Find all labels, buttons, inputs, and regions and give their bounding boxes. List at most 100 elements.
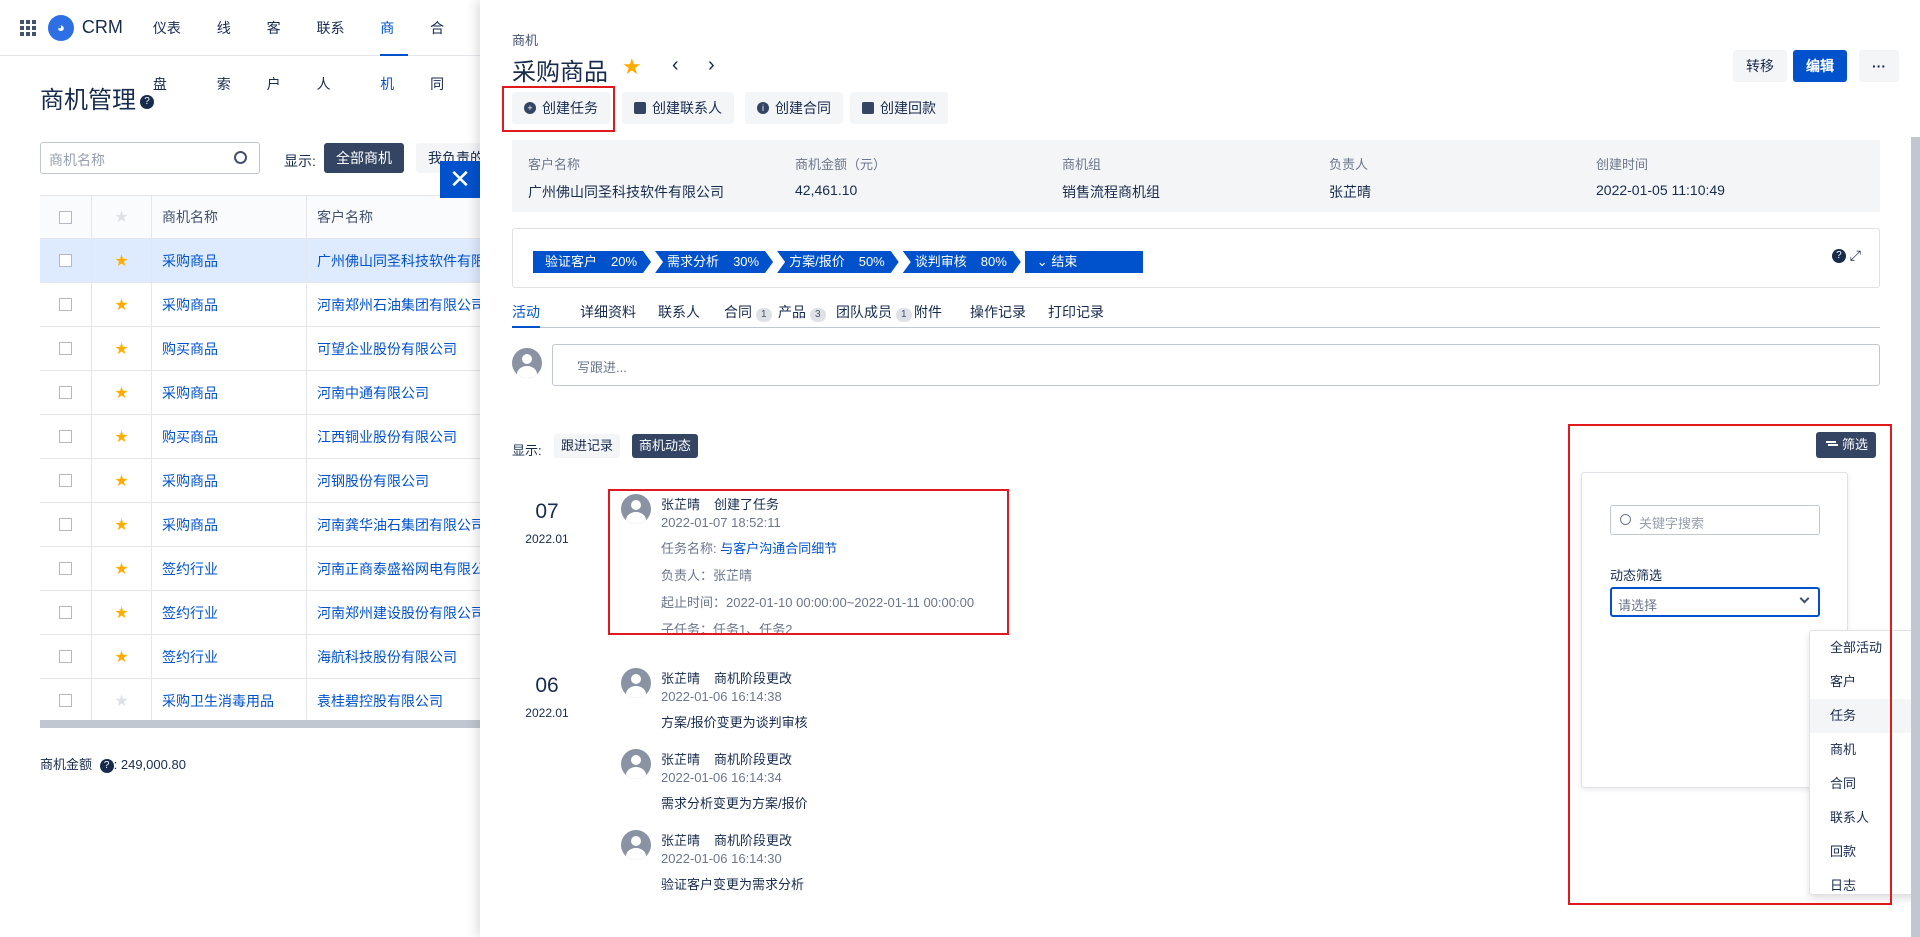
opportunity-name-link[interactable]: 采购商品	[152, 459, 307, 502]
row-checkbox[interactable]	[59, 518, 72, 531]
dynamic-filter-select[interactable]: 请选择	[1610, 587, 1820, 617]
opportunity-name-link[interactable]: 签约行业	[152, 635, 307, 678]
opportunity-name-link[interactable]: 采购商品	[152, 371, 307, 414]
stage-3[interactable]: 方案/报价 50%	[777, 251, 899, 273]
opportunity-name-link[interactable]: 购买商品	[152, 327, 307, 370]
column-header-name[interactable]: 商机名称	[152, 196, 307, 238]
horizontal-scrollbar[interactable]	[40, 720, 480, 728]
follow-up-input[interactable]: 写跟进...	[552, 344, 1880, 386]
keyword-search-input[interactable]: 关键字搜索	[1610, 505, 1820, 535]
edit-button[interactable]: 编辑	[1793, 50, 1847, 82]
follow-records-chip[interactable]: 跟进记录	[554, 434, 621, 458]
tab-7[interactable]: 附件	[914, 302, 942, 322]
row-checkbox[interactable]	[59, 562, 72, 575]
expand-icon[interactable]: ⤢	[1850, 247, 1861, 263]
row-checkbox[interactable]	[59, 342, 72, 355]
filter-option[interactable]: 客户	[1810, 665, 1920, 699]
table-row[interactable]: ★ 采购卫生消毒用品 袁桂碧控股有限公司	[40, 679, 480, 723]
opportunity-name-link[interactable]: 采购商品	[152, 503, 307, 546]
pipeline-help-icon[interactable]: ?	[1831, 249, 1846, 264]
create-contact-button[interactable]: 创建联系人	[622, 92, 734, 124]
tab-6[interactable]: 团队成员 1	[836, 302, 912, 322]
customer-name-link[interactable]: 可望企业股份有限公司	[307, 327, 480, 370]
row-star-icon[interactable]: ★	[114, 691, 128, 711]
customer-name-link[interactable]: 袁桂碧控股有限公司	[307, 679, 480, 722]
filter-all-button[interactable]: 全部商机	[324, 143, 404, 173]
opportunity-name-link[interactable]: 签约行业	[152, 591, 307, 634]
select-all-checkbox[interactable]	[59, 210, 72, 224]
customer-name-link[interactable]: 河南正商泰盛裕网电有限公司	[307, 547, 480, 590]
table-row[interactable]: ★ 采购商品 河南中通有限公司	[40, 371, 480, 415]
customer-name-link[interactable]: 河南龚华油石集团有限公司	[307, 503, 480, 546]
table-row[interactable]: ★ 签约行业 河南正商泰盛裕网电有限公司	[40, 547, 480, 591]
nav-item-customers[interactable]: 客户	[267, 0, 295, 92]
create-task-button[interactable]: + 创建任务	[512, 92, 610, 124]
table-row[interactable]: ★ 购买商品 可望企业股份有限公司	[40, 327, 480, 371]
create-payment-button[interactable]: 创建回款	[850, 92, 948, 124]
nav-item-opportunities[interactable]: 商机	[380, 0, 409, 92]
table-row[interactable]: ★ 购买商品 江西铜业股份有限公司	[40, 415, 480, 459]
customer-name-link[interactable]: 河南郑州建设股份有限公司	[307, 591, 480, 634]
tab-4[interactable]: 合同 1	[724, 302, 772, 322]
tab-2[interactable]: 详细资料	[580, 302, 636, 322]
nav-item-leads[interactable]: 线索	[217, 0, 245, 92]
tab-3[interactable]: 联系人	[658, 302, 700, 322]
filter-option[interactable]: 任务	[1810, 699, 1920, 733]
row-checkbox[interactable]	[59, 298, 72, 311]
row-star-icon[interactable]: ★	[114, 471, 128, 491]
stage-1[interactable]: 验证客户 20%	[533, 251, 651, 273]
row-star-icon[interactable]: ★	[114, 515, 128, 535]
favorite-star-icon[interactable]: ★	[622, 54, 642, 80]
tab-8[interactable]: 操作记录	[970, 302, 1026, 322]
row-star-icon[interactable]: ★	[114, 383, 128, 403]
help-icon[interactable]: ?	[140, 94, 154, 109]
row-star-icon[interactable]: ★	[114, 427, 128, 447]
column-header-customer[interactable]: 客户名称	[307, 196, 480, 238]
filter-option[interactable]: 回款	[1810, 835, 1920, 869]
search-input[interactable]: 商机名称	[40, 142, 260, 174]
row-star-icon[interactable]: ★	[114, 251, 128, 271]
filter-option[interactable]: 全部活动	[1810, 631, 1920, 665]
filter-option[interactable]: 联系人	[1810, 801, 1920, 835]
customer-name-link[interactable]: 河南郑州石油集团有限公司	[307, 283, 480, 326]
more-button[interactable]: ···	[1859, 50, 1899, 82]
row-checkbox[interactable]	[59, 606, 72, 619]
row-star-icon[interactable]: ★	[114, 559, 128, 579]
row-star-icon[interactable]: ★	[114, 295, 128, 315]
sum-help-icon[interactable]: ?	[99, 758, 114, 773]
nav-item-dashboard[interactable]: 仪表盘	[153, 0, 195, 92]
tab-5[interactable]: 产品 3	[778, 302, 826, 322]
table-row[interactable]: ★ 采购商品 广州佛山同圣科技软件有限公司	[40, 239, 480, 283]
opportunity-dynamics-chip[interactable]: 商机动态	[632, 434, 699, 458]
row-checkbox[interactable]	[59, 254, 72, 267]
filter-option[interactable]: 日志	[1810, 869, 1920, 894]
stage-2[interactable]: 需求分析 30%	[655, 251, 773, 273]
prev-record-icon[interactable]: ‹	[672, 54, 679, 77]
nav-item-contracts[interactable]: 合同	[430, 0, 458, 92]
customer-name-link[interactable]: 海航科技股份有限公司	[307, 635, 480, 678]
tab-1[interactable]: 活动	[512, 302, 540, 328]
table-row[interactable]: ★ 采购商品 河钢股份有限公司	[40, 459, 480, 503]
tab-9[interactable]: 打印记录	[1048, 302, 1104, 322]
breadcrumb[interactable]: 商机	[512, 30, 538, 49]
opportunity-name-link[interactable]: 购买商品	[152, 415, 307, 458]
transfer-button[interactable]: 转移	[1733, 50, 1787, 82]
apps-grid-icon[interactable]	[20, 19, 36, 36]
customer-name-link[interactable]: 河南中通有限公司	[307, 371, 480, 414]
task-name-link[interactable]: 与客户沟通合同细节	[720, 541, 837, 556]
row-checkbox[interactable]	[59, 650, 72, 663]
opportunity-name-link[interactable]: 采购商品	[152, 283, 307, 326]
customer-name-link[interactable]: 广州佛山同圣科技软件有限公司	[307, 239, 480, 282]
table-row[interactable]: ★ 采购商品 河南郑州石油集团有限公司	[40, 283, 480, 327]
create-contract-button[interactable]: i 创建合同	[745, 92, 843, 124]
search-icon[interactable]	[234, 151, 247, 164]
close-drawer-button[interactable]: ✕	[440, 161, 480, 198]
row-checkbox[interactable]	[59, 386, 72, 399]
opportunity-name-link[interactable]: 采购商品	[152, 239, 307, 282]
customer-name-link[interactable]: 江西铜业股份有限公司	[307, 415, 480, 458]
filter-button[interactable]: 筛选	[1816, 432, 1877, 458]
table-row[interactable]: ★ 采购商品 河南龚华油石集团有限公司	[40, 503, 480, 547]
opportunity-name-link[interactable]: 采购卫生消毒用品	[152, 679, 307, 722]
filter-option[interactable]: 合同	[1810, 767, 1920, 801]
customer-name-link[interactable]: 河钢股份有限公司	[307, 459, 480, 502]
